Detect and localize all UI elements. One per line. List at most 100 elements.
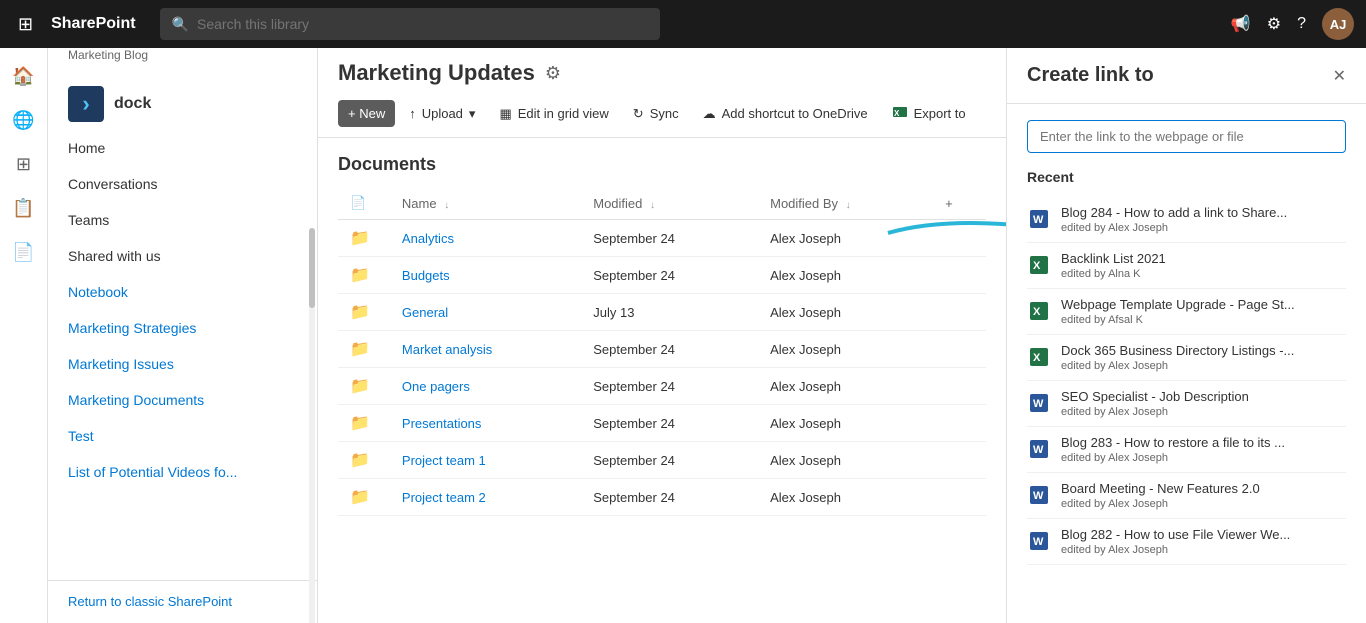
export-icon: X: [892, 104, 908, 123]
scroll-thumb: [309, 228, 315, 308]
row-name-cell[interactable]: Presentations: [390, 405, 581, 442]
notifications-icon[interactable]: 📢: [1231, 14, 1251, 34]
nav-item-issues[interactable]: Marketing Issues: [48, 346, 317, 382]
nav-item-shared[interactable]: Shared with us: [48, 238, 317, 274]
file-type-icon: 📄: [350, 195, 366, 210]
excel-icon: X: [1027, 299, 1051, 323]
folder-name[interactable]: Budgets: [402, 268, 569, 283]
nav-item-videos[interactable]: List of Potential Videos fo...: [48, 454, 317, 490]
recent-edited: edited by Alna K: [1061, 268, 1346, 280]
avatar[interactable]: AJ: [1322, 8, 1354, 40]
table-row[interactable]: 📁 General July 13 Alex Joseph: [338, 294, 986, 331]
svg-text:W: W: [1033, 536, 1044, 548]
search-bar[interactable]: 🔍: [160, 8, 660, 40]
toolbar: + New ↑ Upload ▾ ▦ Edit in grid view ↻ S…: [338, 98, 986, 137]
nav-item-home[interactable]: Home: [48, 130, 317, 166]
help-icon[interactable]: ?: [1297, 15, 1306, 33]
modified-by-col-header[interactable]: Modified By ↓: [758, 187, 933, 220]
search-icon: 🔍: [172, 16, 189, 33]
excel-icon: X: [1027, 345, 1051, 369]
row-name-cell[interactable]: Project team 2: [390, 479, 581, 516]
folder-name[interactable]: Project team 1: [402, 453, 569, 468]
table-row[interactable]: 📁 Market analysis September 24 Alex Jose…: [338, 331, 986, 368]
panel-close-button[interactable]: ✕: [1333, 66, 1346, 86]
add-col-header[interactable]: +: [933, 187, 986, 220]
nav-item-teams[interactable]: Teams: [48, 202, 317, 238]
classic-sharepoint-link[interactable]: Return to classic SharePoint: [68, 594, 232, 609]
folder-name[interactable]: General: [402, 305, 569, 320]
grid-icon[interactable]: ⊞: [12, 8, 39, 41]
row-modified-by-cell: Alex Joseph: [758, 331, 933, 368]
modified-by-sort-icon: ↓: [846, 200, 851, 211]
table-row[interactable]: 📁 Presentations September 24 Alex Joseph: [338, 405, 986, 442]
folder-icon: 📁: [350, 378, 370, 395]
row-icon-cell: 📁: [338, 294, 390, 331]
row-name-cell[interactable]: One pagers: [390, 368, 581, 405]
panel-header: Create link to ✕: [1007, 48, 1366, 104]
nav-item-conversations[interactable]: Conversations: [48, 166, 317, 202]
row-modified-cell: September 24: [581, 257, 758, 294]
recent-info: Blog 283 - How to restore a file to its …: [1061, 435, 1346, 464]
nav-item-notebook[interactable]: Notebook: [48, 274, 317, 310]
recent-item[interactable]: X Webpage Template Upgrade - Page St... …: [1027, 289, 1346, 335]
folder-name[interactable]: Analytics: [402, 231, 569, 246]
recent-info: SEO Specialist - Job Description edited …: [1061, 389, 1346, 418]
notes-icon[interactable]: 📋: [4, 188, 44, 228]
recent-edited: edited by Afsal K: [1061, 314, 1346, 326]
sidebar-scrollbar[interactable]: [309, 168, 315, 583]
recent-item[interactable]: X Dock 365 Business Directory Listings -…: [1027, 335, 1346, 381]
home-icon[interactable]: 🏠: [4, 56, 44, 96]
nav-item-strategies[interactable]: Marketing Strategies: [48, 310, 317, 346]
row-modified-by-cell: Alex Joseph: [758, 294, 933, 331]
folder-icon: 📁: [350, 267, 370, 284]
folder-name[interactable]: Presentations: [402, 416, 569, 431]
row-name-cell[interactable]: Analytics: [390, 220, 581, 257]
table-row[interactable]: 📁 Budgets September 24 Alex Joseph: [338, 257, 986, 294]
nav-item-marketing-docs[interactable]: Marketing Documents: [48, 382, 317, 418]
recent-item[interactable]: W Board Meeting - New Features 2.0 edite…: [1027, 473, 1346, 519]
recent-item[interactable]: X Backlink List 2021 edited by Alna K: [1027, 243, 1346, 289]
nav-footer: Return to classic SharePoint: [48, 580, 317, 623]
row-modified-cell: September 24: [581, 368, 758, 405]
new-button[interactable]: + New: [338, 100, 395, 127]
folder-name[interactable]: One pagers: [402, 379, 569, 394]
recent-name: Webpage Template Upgrade - Page St...: [1061, 297, 1346, 312]
row-icon-cell: 📁: [338, 331, 390, 368]
checkbox-col-header: 📄: [338, 187, 390, 220]
nav-item-test[interactable]: Test: [48, 418, 317, 454]
top-navigation: ⊞ SharePoint 🔍 📢 ⚙ ? AJ: [0, 0, 1366, 48]
settings-small-icon[interactable]: ⚙: [545, 63, 561, 84]
folder-name[interactable]: Project team 2: [402, 490, 569, 505]
recent-name: Blog 284 - How to add a link to Share...: [1061, 205, 1346, 220]
sync-button[interactable]: ↻ Sync: [623, 100, 689, 128]
folder-name[interactable]: Market analysis: [402, 342, 569, 357]
row-name-cell[interactable]: Budgets: [390, 257, 581, 294]
table-row[interactable]: 📁 Project team 1 September 24 Alex Josep…: [338, 442, 986, 479]
content-area: Marketing Updates ⚙ + New ↑ Upload ▾ ▦ E…: [318, 48, 1006, 623]
export-button[interactable]: X Export to: [882, 98, 976, 129]
word-icon: W: [1027, 437, 1051, 461]
settings-icon[interactable]: ⚙: [1267, 14, 1281, 34]
modified-col-header[interactable]: Modified ↓: [581, 187, 758, 220]
globe-icon[interactable]: 🌐: [4, 100, 44, 140]
row-name-cell[interactable]: Market analysis: [390, 331, 581, 368]
apps-icon[interactable]: ⊞: [4, 144, 44, 184]
search-input[interactable]: [197, 16, 648, 32]
table-row[interactable]: 📁 Project team 2 September 24 Alex Josep…: [338, 479, 986, 516]
row-name-cell[interactable]: General: [390, 294, 581, 331]
row-name-cell[interactable]: Project team 1: [390, 442, 581, 479]
recent-item[interactable]: W SEO Specialist - Job Description edite…: [1027, 381, 1346, 427]
svg-text:W: W: [1033, 398, 1044, 410]
page-icon[interactable]: 📄: [4, 232, 44, 272]
table-row[interactable]: 📁 One pagers September 24 Alex Joseph: [338, 368, 986, 405]
edit-grid-button[interactable]: ▦ Edit in grid view: [489, 100, 618, 128]
table-row[interactable]: 📁 Analytics September 24 Alex Joseph: [338, 220, 986, 257]
recent-item[interactable]: W Blog 282 - How to use File Viewer We..…: [1027, 519, 1346, 565]
name-col-header[interactable]: Name ↓: [390, 187, 581, 220]
add-shortcut-button[interactable]: ☁ Add shortcut to OneDrive: [693, 100, 878, 128]
upload-button[interactable]: ↑ Upload ▾: [399, 100, 485, 128]
link-input[interactable]: [1027, 120, 1346, 153]
modified-sort-icon: ↓: [650, 200, 655, 211]
recent-item[interactable]: W Blog 283 - How to restore a file to it…: [1027, 427, 1346, 473]
recent-item[interactable]: W Blog 284 - How to add a link to Share.…: [1027, 197, 1346, 243]
